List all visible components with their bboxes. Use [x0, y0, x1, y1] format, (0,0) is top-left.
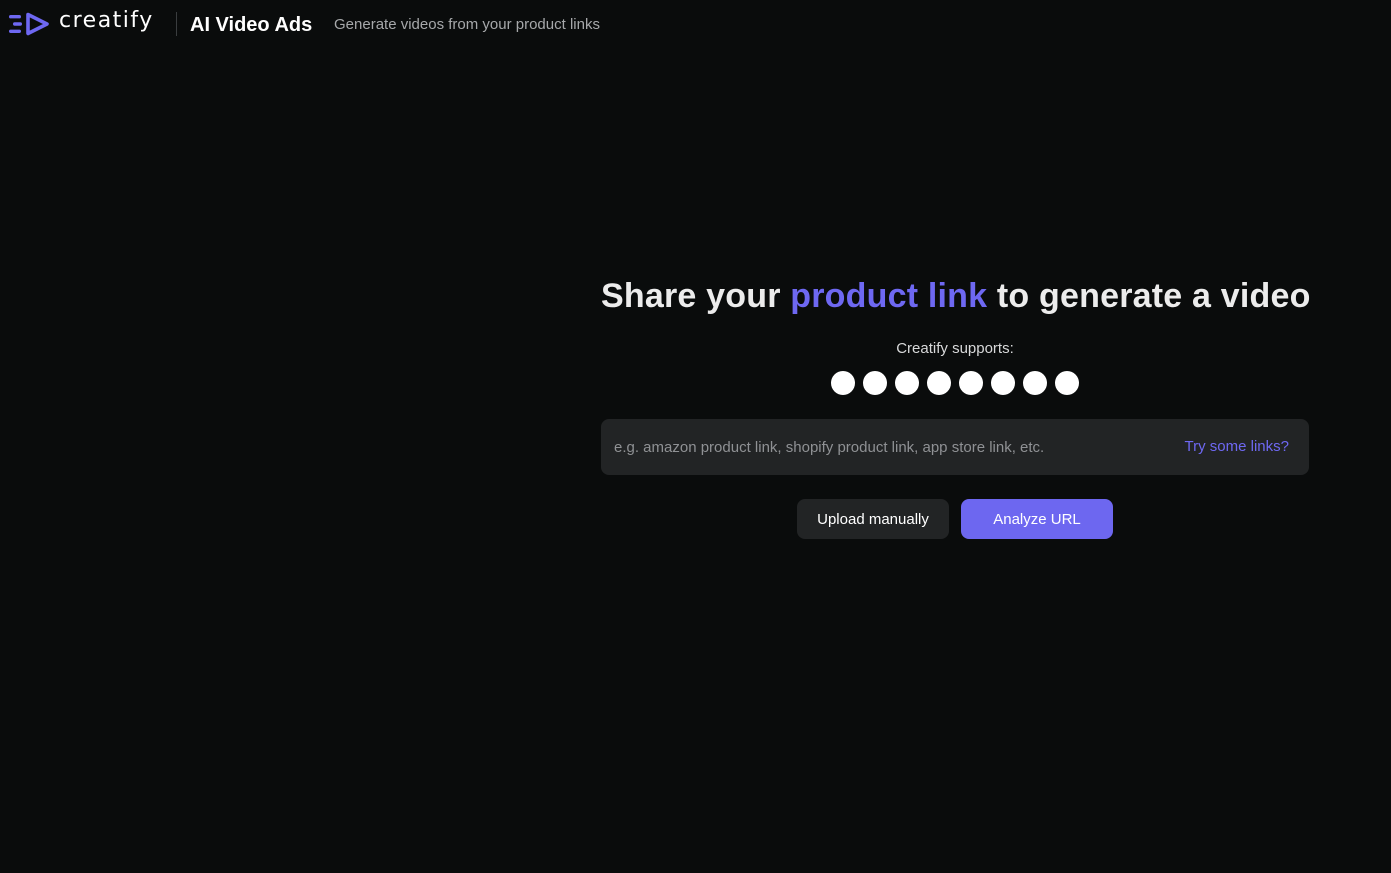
top-bar: creatify AI Video Ads Generate videos fr… — [0, 0, 1391, 48]
hero-section: Share your product link to generate a vi… — [601, 276, 1311, 395]
creatify-logo[interactable]: creatify — [9, 8, 154, 38]
platform-icon — [991, 371, 1015, 395]
analyze-url-button[interactable]: Analyze URL — [961, 499, 1113, 539]
product-url-input[interactable] — [601, 419, 1161, 475]
header-divider — [176, 12, 177, 36]
creatify-logo-icon — [9, 12, 49, 36]
platform-icon — [1023, 371, 1047, 395]
platform-icon — [927, 371, 951, 395]
action-buttons: Upload manually Analyze URL — [797, 499, 1113, 539]
brand-name: creatify — [59, 8, 154, 33]
platform-icon — [959, 371, 983, 395]
headline-after: to generate a video — [987, 277, 1311, 315]
platform-icon — [863, 371, 887, 395]
headline-before: Share your — [601, 277, 791, 315]
app-subtitle: Generate videos from your product links — [334, 16, 600, 33]
page-headline: Share your product link to generate a vi… — [601, 276, 1311, 316]
supported-platforms — [601, 371, 1309, 395]
platform-icon — [895, 371, 919, 395]
supports-label: Creatify supports: — [896, 340, 1014, 357]
upload-manually-button[interactable]: Upload manually — [797, 499, 949, 539]
url-input-container: Try some links? — [601, 419, 1309, 475]
app-title: AI Video Ads — [190, 14, 313, 36]
platform-icon — [1055, 371, 1079, 395]
headline-accent: product link — [790, 277, 988, 315]
platform-icon — [831, 371, 855, 395]
try-some-links-link[interactable]: Try some links? — [1185, 437, 1289, 457]
